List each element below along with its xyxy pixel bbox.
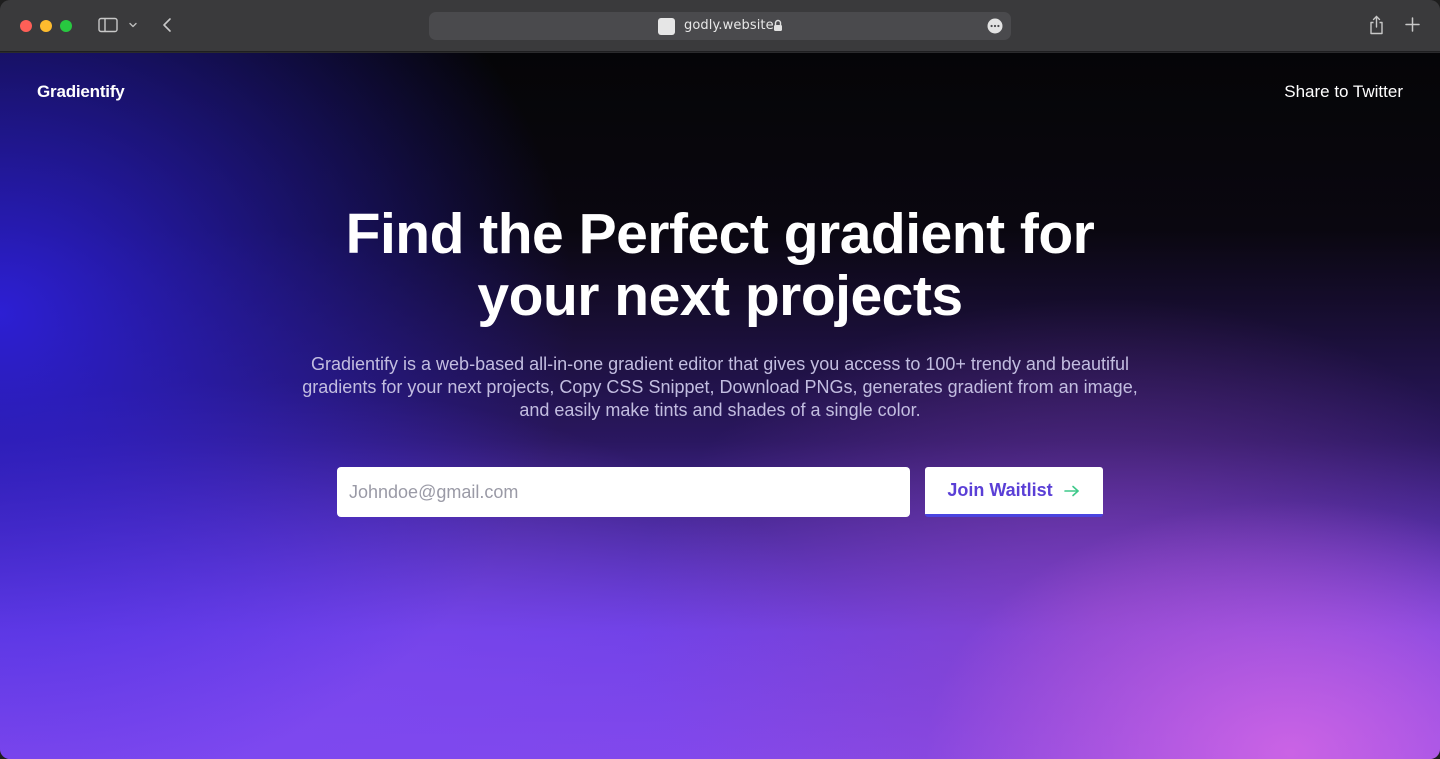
hero-description-line-3: and easily make tints and shades of a si…: [519, 400, 921, 420]
address-bar[interactable]: godly.website: [429, 12, 1011, 40]
sidebar-menu-button[interactable]: [128, 20, 138, 30]
join-waitlist-label: Join Waitlist: [947, 480, 1053, 500]
chevron-down-icon: [129, 22, 137, 28]
lock-icon: [773, 19, 783, 32]
window-controls: [20, 20, 72, 32]
more-icon: [987, 18, 1003, 34]
back-button[interactable]: [160, 16, 174, 34]
arrow-right-icon: [1063, 485, 1079, 496]
share-icon: [1370, 15, 1383, 35]
url-text: godly.website: [684, 18, 774, 33]
brand-logo[interactable]: Gradientify: [37, 82, 125, 102]
share-button[interactable]: [1368, 15, 1385, 35]
join-waitlist-button[interactable]: Join Waitlist: [925, 467, 1103, 517]
web-page: Gradientify Share to Twitter Find the Pe…: [0, 53, 1440, 759]
hero-title: Find the Perfect gradient for your next …: [220, 203, 1220, 327]
close-window-button[interactable]: [20, 20, 32, 32]
hero-title-line-2: your next projects: [477, 264, 963, 328]
share-to-twitter-link[interactable]: Share to Twitter: [1284, 82, 1403, 102]
email-input[interactable]: [337, 467, 910, 517]
sidebar-toggle-button[interactable]: [98, 17, 118, 33]
site-favicon: [658, 18, 675, 35]
page-menu-button[interactable]: [987, 18, 1003, 34]
new-tab-button[interactable]: [1405, 17, 1420, 32]
sidebar-icon: [98, 17, 118, 33]
browser-toolbar: godly.website: [0, 0, 1440, 52]
plus-icon: [1405, 17, 1420, 32]
hero-description: Gradientify is a web-based all-in-one gr…: [230, 353, 1210, 422]
zoom-window-button[interactable]: [60, 20, 72, 32]
back-arrow-icon: [163, 18, 171, 32]
hero-description-line-2: gradients for your next projects, Copy C…: [302, 377, 1138, 397]
browser-window: godly.website Gradientify Share to Twitt…: [0, 0, 1440, 759]
hero-title-line-1: Find the Perfect gradient for: [345, 202, 1095, 266]
minimize-window-button[interactable]: [40, 20, 52, 32]
hero-description-line-1: Gradientify is a web-based all-in-one gr…: [311, 354, 1129, 374]
